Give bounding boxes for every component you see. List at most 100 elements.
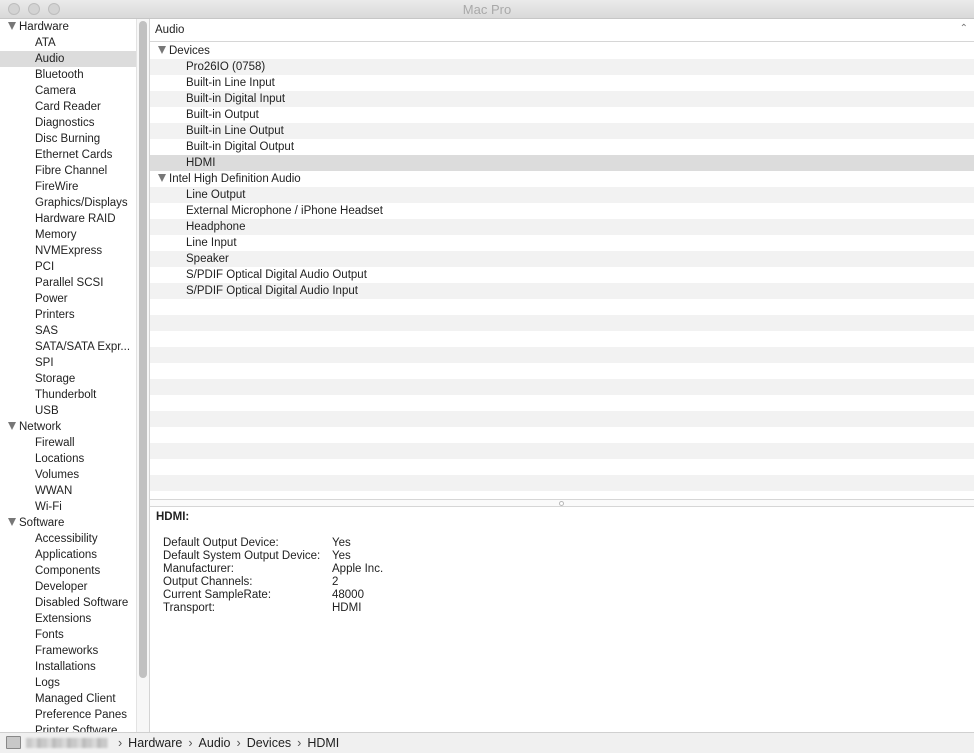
sidebar-item[interactable]: Graphics/Displays	[0, 195, 136, 211]
computer-name-redacted	[26, 738, 108, 748]
tree-row-label: External Microphone / iPhone Headset	[186, 205, 383, 217]
sidebar-item[interactable]: SATA/SATA Expr...	[0, 339, 136, 355]
sidebar-item-label: SAS	[35, 325, 59, 337]
sidebar-item[interactable]: ATA	[0, 35, 136, 51]
sidebar-item-label: Thunderbolt	[35, 389, 97, 401]
tree-item-row[interactable]: External Microphone / iPhone Headset	[150, 203, 974, 219]
sidebar-item[interactable]: Thunderbolt	[0, 387, 136, 403]
tree-item-row[interactable]: Built-in Line Output	[150, 123, 974, 139]
tree-group-row[interactable]: Intel High Definition Audio	[150, 171, 974, 187]
sidebar-item[interactable]: Managed Client	[0, 691, 136, 707]
sidebar-item[interactable]: Printer Software	[0, 723, 136, 732]
sidebar-item[interactable]: Fonts	[0, 627, 136, 643]
sidebar-item[interactable]: Storage	[0, 371, 136, 387]
tree-item-row[interactable]: Headphone	[150, 219, 974, 235]
chevron-right-icon: ›	[188, 736, 193, 750]
disclosure-triangle-icon[interactable]	[8, 518, 16, 526]
tree-item-row[interactable]: Built-in Digital Input	[150, 91, 974, 107]
sidebar-item[interactable]: Bluetooth	[0, 67, 136, 83]
tree-item-row[interactable]: Line Output	[150, 187, 974, 203]
sidebar-item-label: Disc Burning	[35, 133, 101, 145]
sidebar-item-label: NVMExpress	[35, 245, 103, 257]
sidebar-item-label: Audio	[35, 53, 65, 65]
sidebar-item[interactable]: Parallel SCSI	[0, 275, 136, 291]
property-name: Manufacturer:	[163, 563, 234, 575]
sidebar-scroll-thumb[interactable]	[139, 21, 147, 678]
sidebar-item-label: PCI	[35, 261, 55, 273]
column-header[interactable]: Audio ⌃	[150, 19, 974, 42]
tree-item-row[interactable]: Line Input	[150, 235, 974, 251]
sidebar-item[interactable]: Accessibility	[0, 531, 136, 547]
sidebar-item[interactable]: Frameworks	[0, 643, 136, 659]
sidebar-item-label: Preference Panes	[35, 709, 128, 721]
sidebar-group-hardware[interactable]: Hardware	[0, 19, 136, 35]
sidebar-item[interactable]: Audio	[0, 51, 136, 67]
breadcrumb-item[interactable]: HDMI	[307, 736, 339, 750]
sidebar-item-label: Extensions	[35, 613, 92, 625]
sidebar-item-label: Software	[19, 517, 65, 529]
tree-item-row[interactable]: HDMI	[150, 155, 974, 171]
breadcrumb-item[interactable]: Hardware	[128, 736, 182, 750]
tree-item-row[interactable]: S/PDIF Optical Digital Audio Output	[150, 267, 974, 283]
tree-item-row[interactable]: Pro26IO (0758)	[150, 59, 974, 75]
tree-item-row[interactable]: Built-in Output	[150, 107, 974, 123]
tree-row-label: Built-in Digital Input	[186, 93, 286, 105]
sidebar-item[interactable]: Ethernet Cards	[0, 147, 136, 163]
disclosure-triangle-icon[interactable]	[158, 46, 166, 54]
sidebar-item-label: Applications	[35, 549, 98, 561]
sidebar-item[interactable]: Power	[0, 291, 136, 307]
sidebar-item-label: Disabled Software	[35, 597, 129, 609]
sidebar-item[interactable]: Developer	[0, 579, 136, 595]
sidebar-item[interactable]: Logs	[0, 675, 136, 691]
sidebar-item[interactable]: USB	[0, 403, 136, 419]
tree-item-row[interactable]: Speaker	[150, 251, 974, 267]
sidebar-item[interactable]: Preference Panes	[0, 707, 136, 723]
tree-group-row[interactable]: Devices	[150, 43, 974, 59]
tree-item-row[interactable]: Built-in Line Input	[150, 75, 974, 91]
sidebar-item-label: SPI	[35, 357, 54, 369]
sidebar-item[interactable]: Volumes	[0, 467, 136, 483]
sidebar-item-label: Printers	[35, 309, 75, 321]
sidebar-item[interactable]: Locations	[0, 451, 136, 467]
breadcrumb-item[interactable]: Devices	[247, 736, 291, 750]
sidebar-item[interactable]: Hardware RAID	[0, 211, 136, 227]
sidebar-item[interactable]: Fibre Channel	[0, 163, 136, 179]
disclosure-triangle-icon[interactable]	[158, 174, 166, 182]
splitter-handle-icon[interactable]	[559, 501, 564, 506]
sort-chevron-up-icon[interactable]: ⌃	[960, 23, 968, 34]
tree-item-row[interactable]: Built-in Digital Output	[150, 139, 974, 155]
pane-splitter[interactable]	[150, 499, 974, 507]
sidebar-group-network[interactable]: Network	[0, 419, 136, 435]
sidebar-item[interactable]: Card Reader	[0, 99, 136, 115]
disclosure-triangle-icon[interactable]	[8, 422, 16, 430]
sidebar-item[interactable]: FireWire	[0, 179, 136, 195]
sidebar-item-label: Diagnostics	[35, 117, 95, 129]
sidebar-group-software[interactable]: Software	[0, 515, 136, 531]
empty-row	[150, 411, 974, 427]
sidebar-item[interactable]: Firewall	[0, 435, 136, 451]
sidebar-item[interactable]: Memory	[0, 227, 136, 243]
detail-title: HDMI:	[156, 511, 190, 523]
sidebar-item[interactable]: Applications	[0, 547, 136, 563]
breadcrumb-item[interactable]: Audio	[199, 736, 231, 750]
sidebar-item[interactable]: SAS	[0, 323, 136, 339]
sidebar-item[interactable]: Components	[0, 563, 136, 579]
sidebar-item[interactable]: PCI	[0, 259, 136, 275]
sidebar-item[interactable]: SPI	[0, 355, 136, 371]
sidebar-item[interactable]: WWAN	[0, 483, 136, 499]
property-name: Output Channels:	[163, 576, 253, 588]
sidebar-item[interactable]: Disabled Software	[0, 595, 136, 611]
sidebar-item[interactable]: Installations	[0, 659, 136, 675]
sidebar-item[interactable]: Diagnostics	[0, 115, 136, 131]
disclosure-triangle-icon[interactable]	[8, 22, 16, 30]
sidebar-item[interactable]: Wi-Fi	[0, 499, 136, 515]
property-value: HDMI	[332, 602, 362, 614]
sidebar-item[interactable]: Camera	[0, 83, 136, 99]
sidebar-item[interactable]: Extensions	[0, 611, 136, 627]
sidebar-item[interactable]: Printers	[0, 307, 136, 323]
sidebar-item-label: ATA	[35, 37, 56, 49]
tree-item-row[interactable]: S/PDIF Optical Digital Audio Input	[150, 283, 974, 299]
sidebar-item[interactable]: Disc Burning	[0, 131, 136, 147]
sidebar-item[interactable]: NVMExpress	[0, 243, 136, 259]
sidebar-item-label: Parallel SCSI	[35, 277, 104, 289]
